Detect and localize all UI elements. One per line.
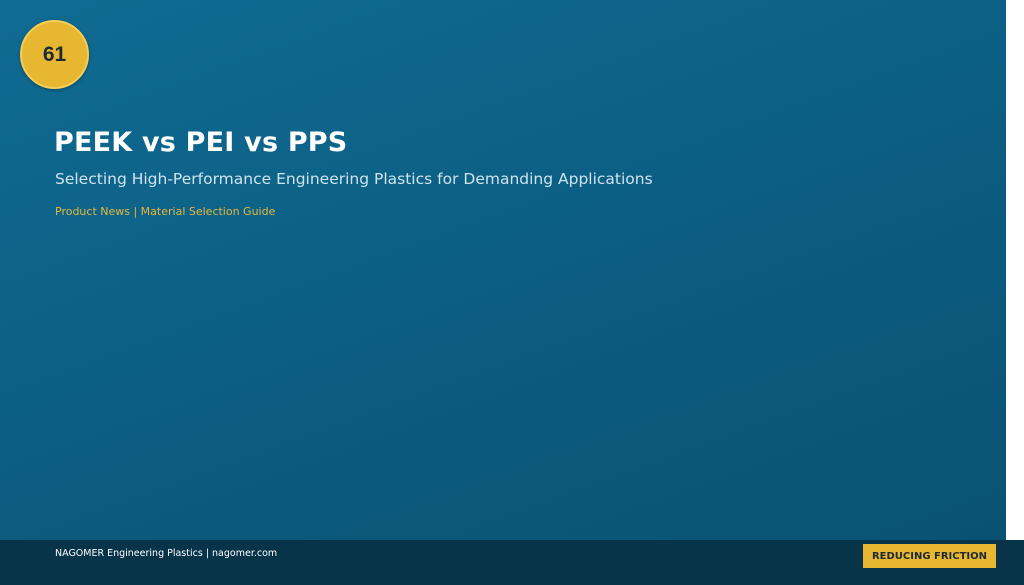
- slide-title: PEEK vs PEI vs PPS: [54, 127, 348, 158]
- footer-company-text: NAGOMER Engineering Plastics | nagomer.c…: [55, 548, 278, 559]
- slide-subtitle: Selecting High-Performance Engineering P…: [55, 170, 653, 188]
- slide-canvas: 61 PEEK vs PEI vs PPS Selecting High-Per…: [0, 0, 1006, 540]
- slide-tagline: Product News | Material Selection Guide: [55, 205, 276, 218]
- footer-badge: REDUCING FRICTION: [863, 544, 996, 568]
- right-margin: [1006, 0, 1024, 540]
- footer-bar: NAGOMER Engineering Plastics | nagomer.c…: [0, 540, 1024, 585]
- page-number-badge: 61: [20, 20, 89, 89]
